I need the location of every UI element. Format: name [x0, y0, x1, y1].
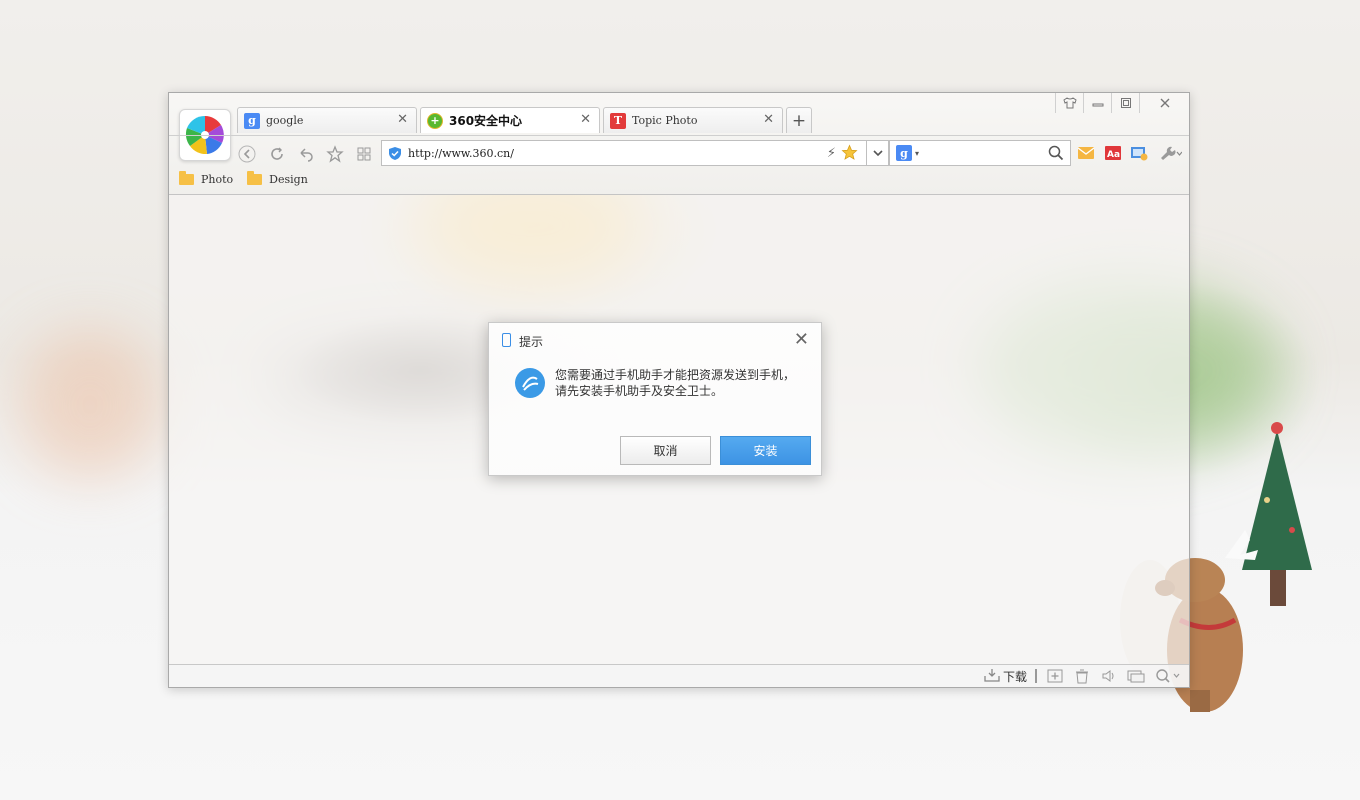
lightning-icon[interactable]: ⚡	[827, 146, 836, 161]
minimize-icon[interactable]	[1083, 93, 1111, 113]
tab-label: Topic Photo	[632, 114, 698, 127]
bookmark-label: Photo	[201, 172, 234, 186]
screenshot-icon[interactable]	[1130, 145, 1148, 161]
close-icon[interactable]	[1139, 93, 1189, 113]
zoom-icon[interactable]	[1155, 668, 1181, 684]
new-tab-button[interactable]: +	[786, 107, 812, 133]
install-prompt-dialog: 提示 ✕ 您需要通过手机助手才能把资源发送到手机， 请先安装手机助手及安全卫士。…	[488, 322, 822, 476]
dialog-message-line1: 您需要通过手机助手才能把资源发送到手机，	[555, 368, 796, 382]
dialog-title: 提示	[519, 335, 544, 349]
tab-close-icon[interactable]: ✕	[580, 112, 591, 127]
tab-google[interactable]: g google ✕	[237, 107, 417, 133]
download-label: 下载	[1003, 669, 1028, 684]
status-divider	[1035, 669, 1037, 683]
tab-strip: g google ✕ + 360安全中心 ✕ T Topic Photo ✕ +	[237, 107, 812, 135]
address-dropdown-icon[interactable]	[867, 140, 889, 166]
phone-icon	[502, 333, 511, 347]
install-button[interactable]: 安装	[720, 436, 811, 465]
window-layout-icon[interactable]	[1127, 668, 1145, 684]
add-icon[interactable]	[1047, 668, 1063, 684]
address-url-text: http://www.360.cn/	[408, 146, 514, 160]
restore-icon[interactable]	[1111, 93, 1139, 113]
download-icon	[984, 668, 1000, 685]
security-shield-icon	[388, 146, 402, 164]
status-bar: 下载	[169, 664, 1189, 687]
search-input[interactable]: g ▾	[889, 140, 1071, 166]
favorite-star-icon[interactable]	[325, 144, 345, 164]
google-g-icon: g	[244, 112, 260, 129]
apps-grid-icon[interactable]	[354, 144, 374, 164]
dialog-message-line2: 请先安装手机助手及安全卫士。	[555, 384, 724, 398]
bookmark-folder-design[interactable]: Design	[247, 170, 308, 186]
back-icon[interactable]	[237, 144, 257, 164]
search-icon[interactable]	[1048, 145, 1064, 164]
translate-icon[interactable]: Aa	[1104, 145, 1122, 161]
phone-assistant-icon	[515, 368, 545, 398]
mail-icon[interactable]	[1077, 145, 1095, 161]
tools-wrench-icon[interactable]	[1157, 145, 1183, 161]
dialog-close-icon[interactable]: ✕	[794, 329, 809, 350]
svg-text:Aa: Aa	[1107, 150, 1120, 160]
tab-topic-photo[interactable]: T Topic Photo ✕	[603, 107, 783, 133]
background-blur-orange	[20, 330, 160, 480]
bookmarks-bar: Photo Design	[169, 169, 312, 189]
trash-icon[interactable]	[1075, 668, 1089, 684]
bookmark-label: Design	[269, 172, 308, 186]
window-controls	[1055, 93, 1189, 113]
address-bar[interactable]: http://www.360.cn/ ⚡	[381, 140, 867, 166]
topic-t-icon: T	[610, 112, 626, 129]
volume-icon[interactable]	[1101, 668, 1117, 684]
folder-icon	[179, 170, 194, 185]
search-engine-google-icon[interactable]: g	[896, 145, 912, 161]
tab-close-icon[interactable]: ✕	[397, 112, 408, 127]
tab-label: 360安全中心	[449, 114, 523, 128]
tab-label: google	[266, 114, 304, 127]
folder-icon	[247, 170, 263, 185]
bookmark-folder-photo[interactable]: Photo	[179, 170, 234, 186]
cancel-button[interactable]: 取消	[620, 436, 711, 465]
refresh-icon[interactable]	[267, 144, 287, 164]
undo-close-icon[interactable]	[296, 144, 316, 164]
bookmark-star-icon[interactable]	[841, 144, 858, 164]
skin-icon[interactable]	[1055, 93, 1083, 113]
360-plus-icon: +	[427, 112, 443, 129]
search-engine-dropdown-icon[interactable]: ▾	[915, 149, 919, 158]
dialog-message: 您需要通过手机助手才能把资源发送到手机， 请先安装手机助手及安全卫士。	[555, 367, 815, 399]
tab-close-icon[interactable]: ✕	[763, 112, 774, 127]
browser-toolbar-area: g google ✕ + 360安全中心 ✕ T Topic Photo ✕ +	[169, 93, 1189, 195]
tab-360-security-center[interactable]: + 360安全中心 ✕	[420, 107, 600, 133]
download-button[interactable]: 下载	[984, 668, 1027, 684]
navigation-row: http://www.360.cn/ ⚡ g ▾ Aa	[169, 135, 1189, 168]
